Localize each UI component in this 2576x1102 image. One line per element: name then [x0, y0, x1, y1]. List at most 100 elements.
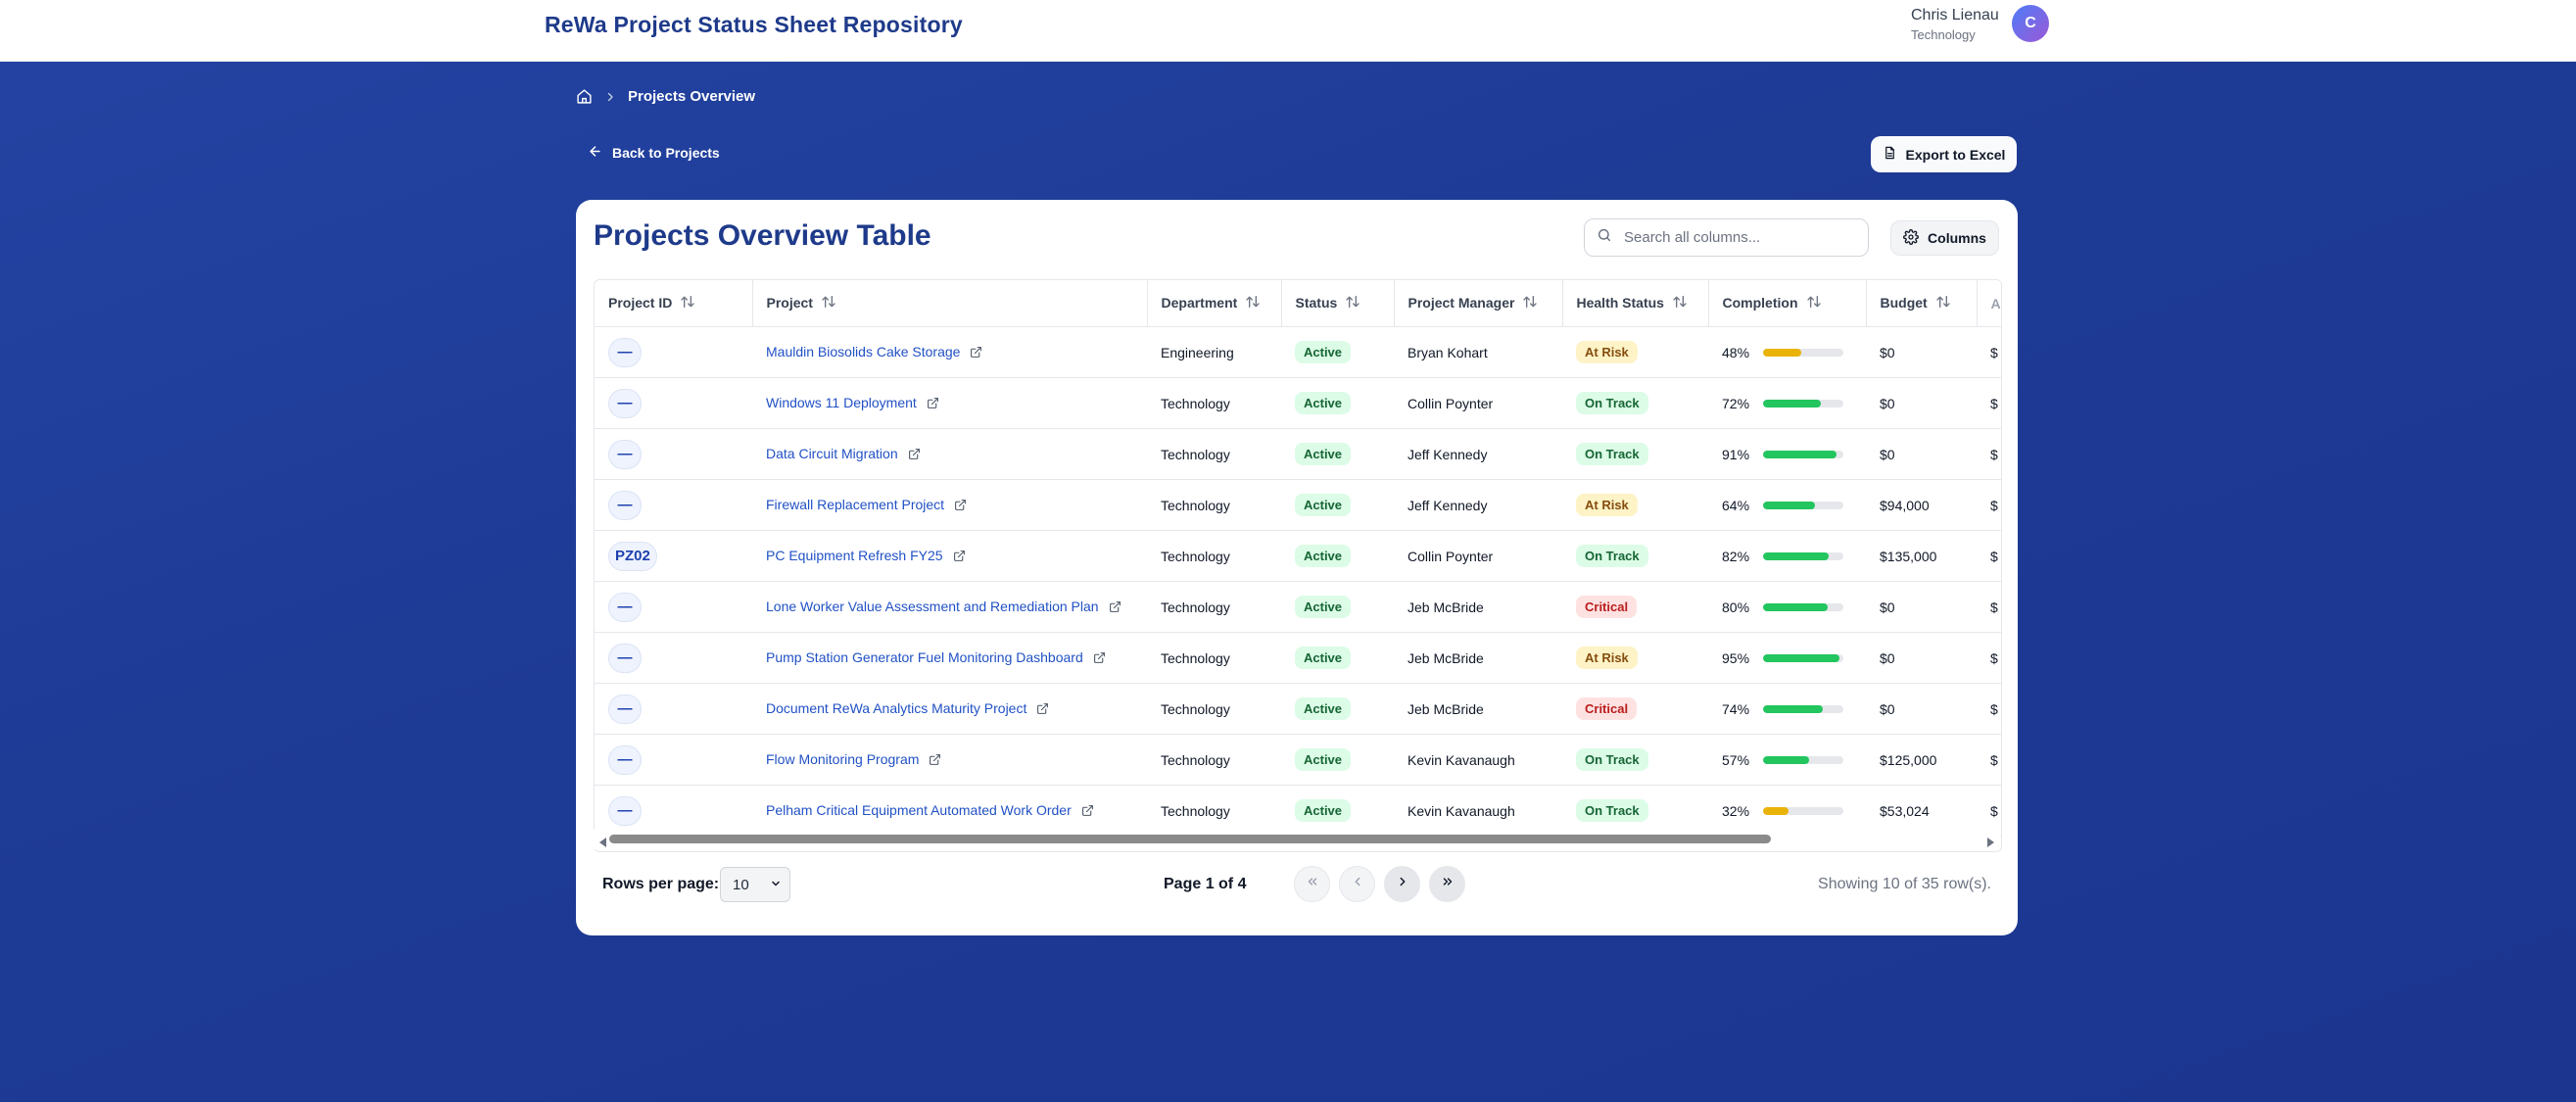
- health-badge: At Risk: [1576, 494, 1638, 516]
- health-status-cell: At Risk: [1562, 479, 1708, 531]
- rows-per-page-value: 10: [733, 876, 749, 893]
- sort-icon[interactable]: [1935, 295, 1951, 311]
- project-id-pill[interactable]: —: [608, 643, 642, 673]
- first-page-button[interactable]: [1294, 866, 1330, 902]
- external-link-icon[interactable]: [929, 753, 941, 769]
- sort-icon[interactable]: [680, 295, 695, 311]
- project-id-pill[interactable]: PZ02: [608, 541, 657, 571]
- external-link-icon[interactable]: [953, 550, 966, 565]
- horizontal-scrollbar[interactable]: [594, 830, 2000, 849]
- project-link[interactable]: Document ReWa Analytics Maturity Project: [766, 700, 1026, 716]
- export-to-excel-button[interactable]: Export to Excel: [1871, 136, 2017, 172]
- column-header-budget[interactable]: Budget: [1866, 280, 1978, 327]
- column-header-project[interactable]: Project: [752, 280, 1148, 327]
- column-header-label: Status: [1295, 294, 1338, 311]
- external-link-icon[interactable]: [927, 397, 939, 412]
- table-row[interactable]: — Pelham Critical Equipment Automated Wor…: [595, 785, 2001, 837]
- project-id-pill[interactable]: —: [608, 490, 642, 520]
- status-badge: Active: [1295, 647, 1352, 669]
- status-badge: Active: [1295, 596, 1352, 618]
- project-id-pill[interactable]: —: [608, 795, 642, 826]
- external-link-icon[interactable]: [1109, 600, 1121, 616]
- project-cell: PC Equipment Refresh FY25: [752, 530, 1147, 582]
- sort-icon[interactable]: [1806, 295, 1822, 311]
- project-id-pill[interactable]: —: [608, 592, 642, 622]
- external-link-icon[interactable]: [954, 499, 967, 514]
- department-cell: Technology: [1147, 479, 1281, 531]
- table-row[interactable]: — Mauldin Biosolids Cake Storage Engineeri…: [595, 326, 2001, 378]
- completion-percent: 82%: [1722, 548, 1750, 564]
- project-link[interactable]: Windows 11 Deployment: [766, 395, 917, 410]
- next-page-button[interactable]: [1384, 866, 1420, 902]
- project-link[interactable]: Flow Monitoring Program: [766, 751, 919, 767]
- project-id-cell: —: [595, 632, 752, 684]
- department-cell: Engineering: [1147, 326, 1281, 378]
- sort-icon[interactable]: [1345, 295, 1360, 311]
- project-link[interactable]: Firewall Replacement Project: [766, 497, 944, 512]
- table-row[interactable]: — Document ReWa Analytics Maturity Projec…: [595, 683, 2001, 735]
- last-page-button[interactable]: [1429, 866, 1465, 902]
- project-id-pill[interactable]: —: [608, 388, 642, 418]
- previous-page-button[interactable]: [1339, 866, 1375, 902]
- user-department: Technology: [1911, 27, 1976, 42]
- table-row[interactable]: — Lone Worker Value Assessment and Remedi…: [595, 581, 2001, 633]
- columns-button[interactable]: Columns: [1890, 220, 1999, 256]
- table-row[interactable]: — Pump Station Generator Fuel Monitoring …: [595, 632, 2001, 684]
- back-to-projects-link[interactable]: Back to Projects: [588, 144, 720, 162]
- project-id-pill[interactable]: —: [608, 439, 642, 469]
- table-row[interactable]: — Windows 11 Deployment Technology Active Co…: [595, 377, 2001, 429]
- project-manager-cell: Jeff Kennedy: [1394, 479, 1562, 531]
- next-column-cell: $: [1977, 326, 2001, 378]
- project-link[interactable]: PC Equipment Refresh FY25: [766, 548, 943, 563]
- status-badge: Active: [1295, 341, 1352, 363]
- progress-fill: [1763, 348, 1802, 357]
- column-header-project-manager[interactable]: Project Manager: [1394, 280, 1563, 327]
- health-status-cell: On Track: [1562, 530, 1708, 582]
- sort-icon[interactable]: [1522, 295, 1538, 311]
- project-manager-cell: Bryan Kohart: [1394, 326, 1562, 378]
- table-row[interactable]: — Flow Monitoring Program Technology Active…: [595, 734, 2001, 786]
- sort-icon[interactable]: [821, 295, 836, 311]
- project-id-pill[interactable]: —: [608, 694, 642, 724]
- column-header-project-id[interactable]: Project ID: [595, 280, 753, 327]
- column-header-health-status[interactable]: Health Status: [1562, 280, 1709, 327]
- project-id-cell: —: [595, 326, 752, 378]
- progress-fill: [1763, 755, 1809, 764]
- column-header-status[interactable]: Status: [1281, 280, 1395, 327]
- table-row[interactable]: — Firewall Replacement Project Technology A…: [595, 479, 2001, 531]
- project-link[interactable]: Data Circuit Migration: [766, 446, 898, 461]
- sort-icon[interactable]: [1245, 295, 1261, 311]
- project-id-pill[interactable]: —: [608, 744, 642, 775]
- external-link-icon[interactable]: [1081, 804, 1094, 820]
- search-input[interactable]: [1622, 228, 1851, 247]
- table-container: Project ID Project Department Status Project…: [594, 279, 2002, 852]
- budget-cell: $0: [1866, 581, 1977, 633]
- project-link[interactable]: Pelham Critical Equipment Automated Work…: [766, 802, 1072, 818]
- column-header-completion[interactable]: Completion: [1708, 280, 1867, 327]
- avatar[interactable]: C: [2012, 5, 2049, 42]
- scroll-left-icon[interactable]: [599, 835, 607, 852]
- column-header-next-column[interactable]: A: [1977, 280, 2001, 327]
- column-header-department[interactable]: Department: [1147, 280, 1282, 327]
- user-name: Chris Lienau: [1911, 7, 1999, 24]
- home-icon[interactable]: [576, 88, 593, 105]
- external-link-icon[interactable]: [1036, 702, 1049, 718]
- project-id-pill[interactable]: —: [608, 337, 642, 367]
- department-cell: Technology: [1147, 632, 1281, 684]
- scroll-right-icon[interactable]: [1986, 835, 1994, 852]
- project-id-cell: —: [595, 581, 752, 633]
- project-link[interactable]: Pump Station Generator Fuel Monitoring D…: [766, 649, 1083, 665]
- completion-percent: 91%: [1722, 446, 1750, 462]
- project-link[interactable]: Mauldin Biosolids Cake Storage: [766, 344, 960, 359]
- status-cell: Active: [1281, 428, 1394, 480]
- table-row[interactable]: — Data Circuit Migration Technology Active J…: [595, 428, 2001, 480]
- table-row[interactable]: PZ02 PC Equipment Refresh FY25 Technology A…: [595, 530, 2001, 582]
- rows-per-page-select[interactable]: 10: [720, 867, 790, 902]
- sort-icon[interactable]: [1672, 295, 1688, 311]
- project-link[interactable]: Lone Worker Value Assessment and Remedia…: [766, 599, 1099, 614]
- external-link-icon[interactable]: [970, 346, 982, 361]
- department-cell: Technology: [1147, 785, 1281, 837]
- external-link-icon[interactable]: [908, 448, 921, 463]
- scrollbar-thumb[interactable]: [609, 835, 1771, 843]
- external-link-icon[interactable]: [1093, 651, 1106, 667]
